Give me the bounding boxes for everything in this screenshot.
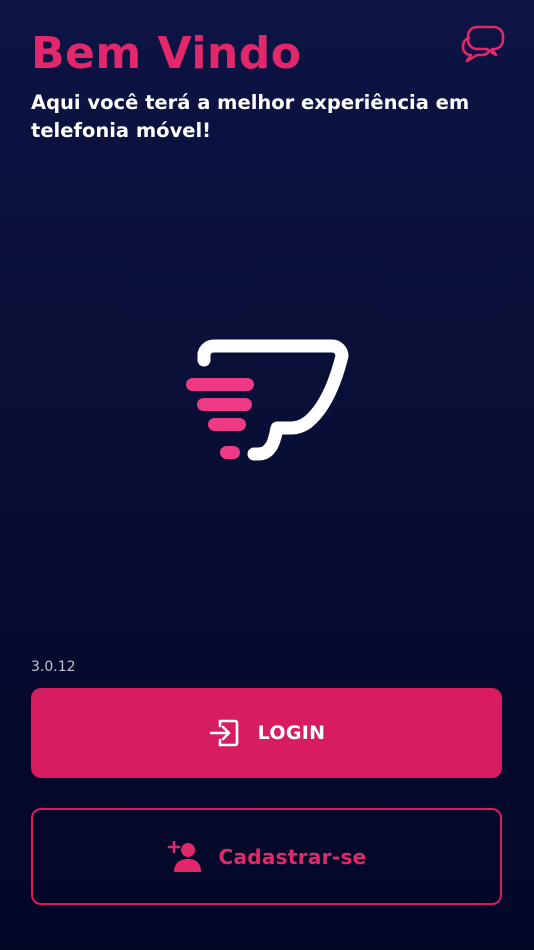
brand-logo (180, 336, 356, 468)
login-button-label: LOGIN (257, 722, 326, 744)
chat-bubbles-icon (458, 22, 506, 66)
add-user-icon (166, 840, 202, 873)
register-button[interactable]: Cadastrar-se (31, 808, 502, 905)
chat-button[interactable] (458, 22, 506, 66)
app-version: 3.0.12 (31, 659, 76, 675)
welcome-subtitle: Aqui você terá a melhor experiência em t… (31, 91, 470, 142)
register-button-label: Cadastrar-se (218, 844, 367, 869)
welcome-screen: Bem Vindo Aqui você terá a melhor experi… (0, 0, 534, 950)
login-enter-icon (208, 718, 240, 748)
login-button[interactable]: LOGIN (31, 688, 502, 778)
page-title: Bem Vindo (31, 28, 302, 79)
